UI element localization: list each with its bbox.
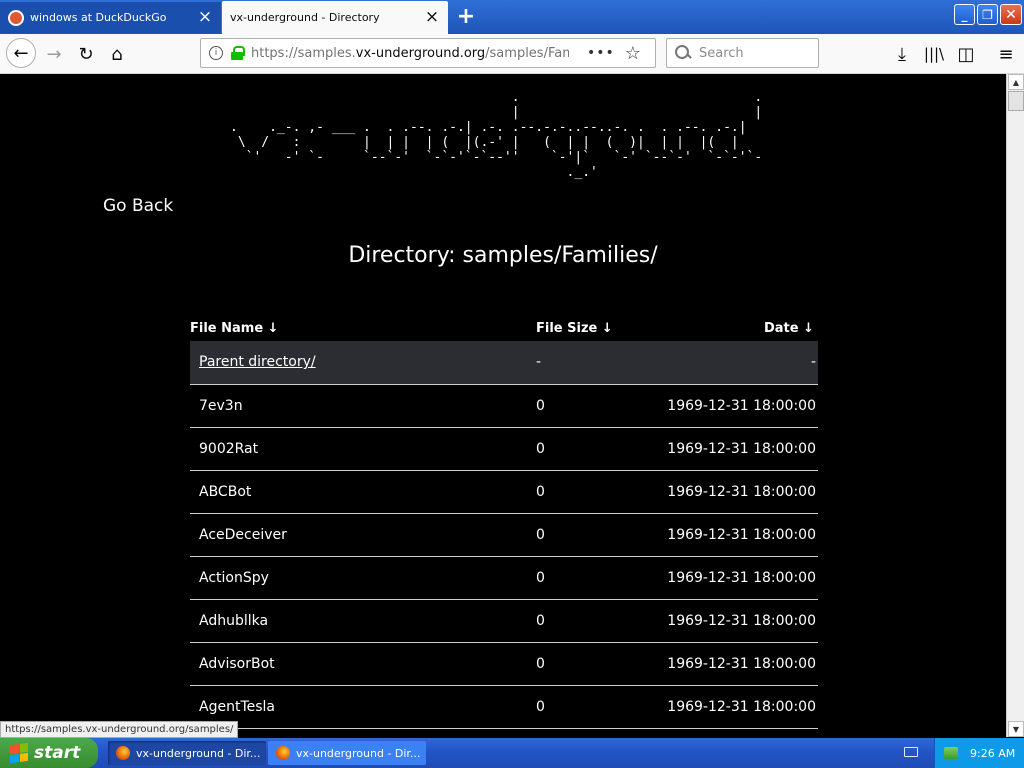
file-size-cell: 0 bbox=[536, 556, 658, 600]
forward-button[interactable]: → bbox=[40, 40, 68, 68]
search-icon bbox=[675, 45, 691, 61]
firefox-icon bbox=[116, 746, 130, 760]
window-close-button[interactable]: ✕ bbox=[1000, 4, 1022, 25]
file-name-cell[interactable]: 9002Rat bbox=[190, 427, 536, 471]
back-button[interactable]: ← bbox=[6, 38, 36, 68]
tab-duckduckgo[interactable]: windows at DuckDuckGo × bbox=[0, 2, 222, 33]
date-cell: 1969-12-31 18:00:00 bbox=[658, 384, 818, 428]
download-icon[interactable]: ⤓ bbox=[888, 40, 916, 68]
reload-button[interactable]: ↻ bbox=[72, 40, 100, 68]
hamburger-menu-icon[interactable]: ≡ bbox=[992, 40, 1020, 68]
url-text[interactable]: https://samples.vx-underground.org/sampl… bbox=[251, 46, 569, 61]
system-tray: 9:26 AM bbox=[934, 738, 1024, 768]
file-name-cell[interactable]: 7ev3n bbox=[190, 384, 536, 428]
tab-strip: windows at DuckDuckGo × vx-underground -… bbox=[0, 0, 1024, 34]
parent-directory-row[interactable]: Parent directory/ - - bbox=[190, 341, 818, 385]
file-size-cell: 0 bbox=[536, 599, 658, 643]
column-header-file-size[interactable]: File Size ↓ bbox=[536, 315, 658, 341]
file-name-cell[interactable]: AdvisorBot bbox=[190, 642, 536, 686]
table-row[interactable]: 7ev3n 0 1969-12-31 18:00:00 bbox=[190, 384, 818, 428]
date-cell: 1969-12-31 18:00:00 bbox=[658, 685, 818, 729]
url-host: vx-underground.org bbox=[355, 45, 486, 61]
table-row[interactable]: ActionSpy 0 1969-12-31 18:00:00 bbox=[190, 556, 818, 600]
table-row[interactable]: AceDeceiver 0 1969-12-31 18:00:00 bbox=[190, 513, 818, 557]
task-title: vx-underground - Dir... bbox=[296, 746, 421, 760]
table-row[interactable]: AdvisorBot 0 1969-12-31 18:00:00 bbox=[190, 642, 818, 686]
firefox-icon bbox=[276, 746, 290, 760]
start-button[interactable]: start bbox=[0, 738, 98, 768]
keyboard-icon[interactable] bbox=[904, 747, 918, 757]
url-bar[interactable]: i https://samples.vx-underground.org/sam… bbox=[200, 38, 656, 68]
link-status-tooltip: https://samples.vx-underground.org/sampl… bbox=[0, 721, 239, 738]
table-row[interactable]: Adhubllka 0 1969-12-31 18:00:00 bbox=[190, 599, 818, 643]
start-label: start bbox=[34, 743, 81, 763]
parent-directory-link[interactable]: Parent directory/ bbox=[199, 354, 316, 370]
search-input[interactable] bbox=[699, 45, 809, 61]
directory-table: File Name ↓ File Size ↓ Date ↓ Parent di… bbox=[190, 315, 818, 729]
file-size-cell: - bbox=[536, 341, 658, 385]
page-title: Directory: samples/Families/ bbox=[348, 243, 658, 268]
tab-title: windows at DuckDuckGo bbox=[30, 11, 167, 24]
tab-vx-underground[interactable]: vx-underground - Directory × bbox=[222, 1, 448, 34]
info-icon[interactable]: i bbox=[209, 46, 223, 60]
url-path: /samples/Famili bbox=[485, 45, 569, 61]
close-icon[interactable]: × bbox=[197, 9, 213, 26]
scroll-down-arrow-icon[interactable]: ▼ bbox=[1008, 721, 1024, 737]
file-name-cell[interactable]: Adhubllka bbox=[190, 599, 536, 643]
date-cell: 1969-12-31 18:00:00 bbox=[658, 599, 818, 643]
search-box[interactable] bbox=[666, 38, 819, 68]
tab-title: vx-underground - Directory bbox=[230, 11, 380, 24]
taskbar-item-firefox[interactable]: vx-underground - Dir... bbox=[268, 741, 426, 765]
taskbar: start vx-underground - Dir... vx-undergr… bbox=[0, 738, 1024, 768]
table-row[interactable]: ABCBot 0 1969-12-31 18:00:00 bbox=[190, 470, 818, 514]
maximize-button[interactable]: ❐ bbox=[977, 4, 998, 25]
library-icon[interactable]: |||\ bbox=[920, 40, 948, 68]
column-header-date[interactable]: Date ↓ bbox=[658, 315, 818, 341]
web-content: . . | | . ._-. ,- ___ . . .--. .-.| .-. … bbox=[0, 75, 1006, 737]
date-cell: 1969-12-31 18:00:00 bbox=[658, 642, 818, 686]
file-name-cell[interactable]: ABCBot bbox=[190, 470, 536, 514]
sidebar-icon[interactable]: ◫ bbox=[952, 40, 980, 68]
file-size-cell: 0 bbox=[536, 384, 658, 428]
navigation-toolbar: ← → ↻ ⌂ i https://samples.vx-underground… bbox=[0, 34, 1024, 74]
bookmark-star-icon[interactable]: ☆ bbox=[625, 43, 641, 64]
duckduckgo-icon bbox=[8, 9, 24, 26]
date-cell: - bbox=[658, 341, 818, 385]
minimize-button[interactable]: _ bbox=[954, 4, 975, 25]
file-name-cell[interactable]: ActionSpy bbox=[190, 556, 536, 600]
table-row[interactable]: 9002Rat 0 1969-12-31 18:00:00 bbox=[190, 427, 818, 471]
file-size-cell: 0 bbox=[536, 685, 658, 729]
ascii-logo: . . | | . ._-. ,- ___ . . .--. .-.| .-. … bbox=[230, 90, 763, 180]
table-row[interactable]: AgentTesla 0 1969-12-31 18:00:00 bbox=[190, 685, 818, 729]
new-tab-button[interactable]: + bbox=[454, 4, 478, 29]
table-header-row: File Name ↓ File Size ↓ Date ↓ bbox=[190, 315, 818, 341]
vertical-scrollbar[interactable]: ▲ ▼ bbox=[1006, 74, 1024, 737]
file-size-cell: 0 bbox=[536, 642, 658, 686]
file-size-cell: 0 bbox=[536, 470, 658, 514]
date-cell: 1969-12-31 18:00:00 bbox=[658, 513, 818, 557]
network-icon[interactable] bbox=[944, 747, 958, 759]
file-name-cell[interactable]: AgentTesla bbox=[190, 685, 536, 729]
scroll-up-arrow-icon[interactable]: ▲ bbox=[1008, 74, 1024, 90]
task-title: vx-underground - Dir... bbox=[136, 746, 261, 760]
home-button[interactable]: ⌂ bbox=[103, 40, 131, 68]
lock-icon bbox=[231, 46, 245, 60]
date-cell: 1969-12-31 18:00:00 bbox=[658, 427, 818, 471]
scroll-thumb[interactable] bbox=[1008, 91, 1024, 111]
file-name-cell[interactable]: AceDeceiver bbox=[190, 513, 536, 557]
go-back-link[interactable]: Go Back bbox=[103, 196, 173, 216]
url-prefix: https://samples. bbox=[251, 45, 356, 61]
date-cell: 1969-12-31 18:00:00 bbox=[658, 556, 818, 600]
date-cell: 1969-12-31 18:00:00 bbox=[658, 470, 818, 514]
windows-logo-icon bbox=[10, 742, 28, 764]
taskbar-item-firefox-active[interactable]: vx-underground - Dir... bbox=[108, 741, 266, 765]
close-icon[interactable]: × bbox=[424, 9, 440, 26]
file-size-cell: 0 bbox=[536, 513, 658, 557]
page-actions-icon[interactable]: ••• bbox=[587, 45, 615, 61]
column-header-file-name[interactable]: File Name ↓ bbox=[190, 315, 536, 341]
clock[interactable]: 9:26 AM bbox=[970, 747, 1015, 760]
file-size-cell: 0 bbox=[536, 427, 658, 471]
parent-name-cell: Parent directory/ bbox=[190, 341, 536, 385]
